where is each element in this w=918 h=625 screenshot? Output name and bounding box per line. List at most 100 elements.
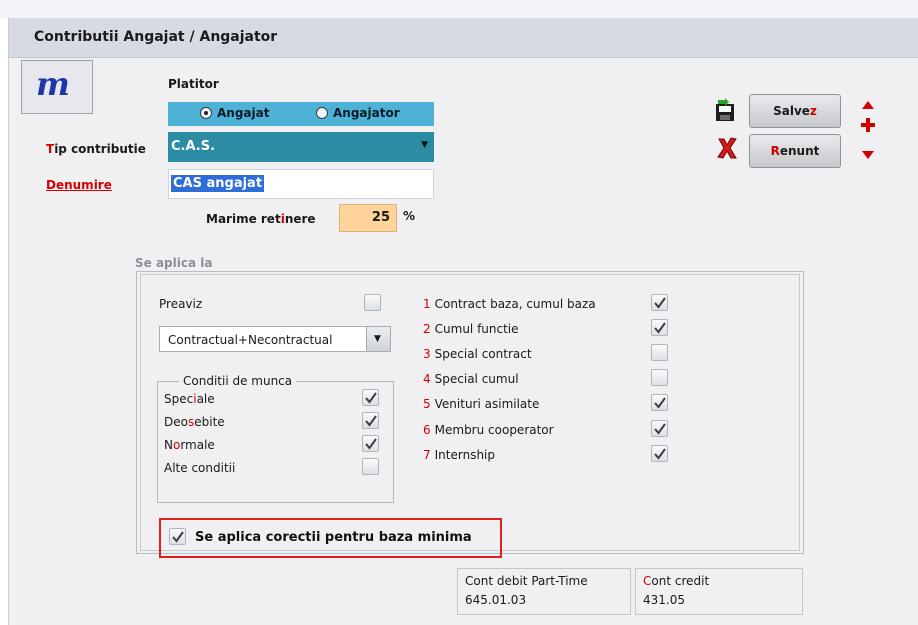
contract-item-1: 1 Contract baza, cumul baza <box>423 297 596 311</box>
radio-angajator[interactable]: Angajator <box>316 106 400 120</box>
check-icon <box>654 448 666 460</box>
check-icon <box>654 423 666 435</box>
tip-label-rest: ip contributie <box>54 142 146 156</box>
window-title: Contributii Angajat / Angajator <box>34 29 278 45</box>
contract-num-2: 2 <box>423 322 431 336</box>
cont-credit-label: Cont credit <box>643 574 709 588</box>
contract-item-3: 3 Special contract <box>423 347 532 361</box>
conditii-munca-title: Conditii de munca <box>179 374 297 388</box>
cont-debit-label: Cont debit Part-Time <box>465 574 588 588</box>
contract-label-1: Contract baza, cumul baza <box>434 297 596 311</box>
cond-normale-checkbox[interactable] <box>362 435 379 452</box>
platitor-radio-group: Angajat Angajator <box>168 102 434 126</box>
cond-speciale-a: Spec <box>164 392 194 406</box>
contract-num-6: 6 <box>423 423 431 437</box>
platitor-label: Platitor <box>168 77 219 91</box>
cont-debit-field[interactable]: Cont debit Part-Time 645.01.03 <box>457 568 631 615</box>
contract-label-6: Membru cooperator <box>434 423 554 437</box>
contract-label-5: Venituri asimilate <box>434 397 540 411</box>
cont-debit-value: 645.01.03 <box>465 593 527 607</box>
check-icon <box>365 392 377 404</box>
check-icon <box>365 415 377 427</box>
contract-item-6: 6 Membru cooperator <box>423 423 554 437</box>
check-icon <box>365 438 377 450</box>
corectii-checkbox[interactable] <box>169 528 186 545</box>
check-icon <box>654 297 666 309</box>
contract-item-5: 5 Venituri asimilate <box>423 397 539 411</box>
percent-sign: % <box>403 209 416 223</box>
contract-item-7: 7 Internship <box>423 448 495 462</box>
cancel-label: enunt <box>779 144 820 158</box>
tip-contributie-value: C.A.S. <box>171 139 216 154</box>
chevron-down-icon: ▼ <box>421 140 428 150</box>
app-logo: m <box>21 60 93 114</box>
tip-contributie-select[interactable]: C.A.S. ▼ <box>168 132 434 162</box>
contract-checkbox-6[interactable] <box>651 420 668 437</box>
cond-deosebite-a: Deo <box>164 415 188 429</box>
contract-checkbox-3[interactable] <box>651 344 668 361</box>
marime-label-b: nere <box>284 212 316 226</box>
cancel-x-icon[interactable] <box>716 136 738 160</box>
cond-deosebite-label: Deosebite <box>164 415 225 429</box>
marime-value: 25 <box>371 210 390 225</box>
radio-selected-icon <box>200 107 212 119</box>
cond-speciale-b: ale <box>196 392 215 406</box>
denumire-value: CAS angajat <box>171 175 265 192</box>
cond-speciale-checkbox[interactable] <box>362 389 379 406</box>
corectii-label: Se aplica corectii pentru baza minima <box>195 530 472 545</box>
cont-credit-value: 431.05 <box>643 593 685 607</box>
radio-unselected-icon <box>316 107 328 119</box>
contract-checkbox-5[interactable] <box>651 394 668 411</box>
marime-retinere-input[interactable]: 25 <box>339 204 397 232</box>
cond-normale-b: rmale <box>180 438 215 452</box>
arrow-down-icon[interactable] <box>861 150 875 160</box>
contract-checkbox-7[interactable] <box>651 445 668 462</box>
contract-checkbox-2[interactable] <box>651 319 668 336</box>
tip-contributie-label: Tip contributie <box>46 142 146 156</box>
cond-normale-a: N <box>164 438 173 452</box>
cont-credit-field[interactable]: Cont credit 431.05 <box>635 568 803 615</box>
se-aplica-la-title: Se aplica la <box>135 256 213 270</box>
contract-num-1: 1 <box>423 297 431 311</box>
credit-label-rest: ont credit <box>651 574 710 588</box>
contract-label-7: Internship <box>434 448 496 462</box>
contract-type-value: Contractual+Necontractual <box>168 333 333 347</box>
preaviz-checkbox[interactable] <box>364 294 381 311</box>
tip-hotkey: T <box>46 142 55 156</box>
contract-num-5: 5 <box>423 397 431 411</box>
arrow-up-icon[interactable] <box>861 100 875 110</box>
dialog-window: Contributii Angajat / Angajator m Platit… <box>9 18 918 625</box>
radio-angajat-label: Angajat <box>217 106 270 120</box>
contract-type-dropdown[interactable]: Contractual+Necontractual ▼ <box>159 326 391 352</box>
marime-label-a: Marime ret <box>206 212 281 226</box>
cond-alte-label: Alte conditii <box>164 461 236 475</box>
plus-icon[interactable] <box>861 118 875 132</box>
cancel-hotkey: R <box>770 144 780 158</box>
desktop-background <box>0 0 918 18</box>
cond-alte-checkbox[interactable] <box>362 458 379 475</box>
check-icon <box>654 322 666 334</box>
contract-item-4: 4 Special cumul <box>423 372 519 386</box>
save-label: Salve <box>773 104 810 118</box>
save-floppy-icon[interactable] <box>714 98 736 122</box>
contract-label-2: Cumul functie <box>434 322 519 336</box>
contract-checkbox-1[interactable] <box>651 294 668 311</box>
logo-m-icon: m <box>36 65 70 103</box>
contract-num-4: 4 <box>423 372 431 386</box>
radio-angajator-label: Angajator <box>333 106 400 120</box>
save-hotkey: z <box>809 104 817 118</box>
denumire-input[interactable]: CAS angajat <box>168 169 434 199</box>
marime-retinere-label: Marime retinere <box>206 212 316 226</box>
cond-normale-label: Normale <box>164 438 215 452</box>
save-button[interactable]: Salvez <box>749 94 841 128</box>
radio-angajat[interactable]: Angajat <box>200 106 269 120</box>
contract-checkbox-4[interactable] <box>651 369 668 386</box>
check-icon <box>172 531 184 543</box>
cancel-button[interactable]: Renunt <box>749 134 841 168</box>
contract-num-3: 3 <box>423 347 431 361</box>
check-icon <box>654 397 666 409</box>
dropdown-button[interactable]: ▼ <box>366 327 390 351</box>
denumire-label: Denumire <box>46 178 112 192</box>
left-panel-edge <box>0 18 9 625</box>
cond-deosebite-checkbox[interactable] <box>362 412 379 429</box>
